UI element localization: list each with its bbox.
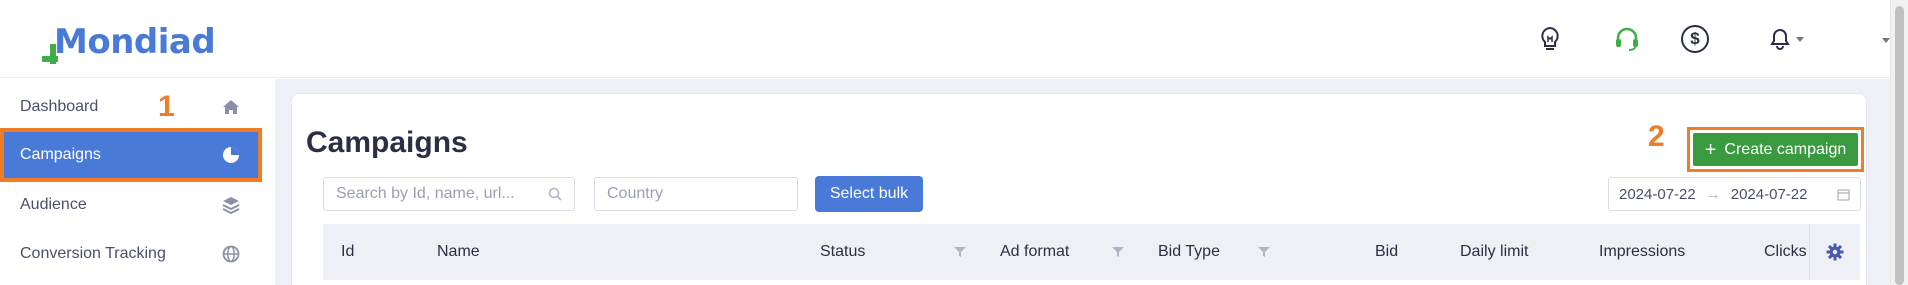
chevron-down-icon (1796, 36, 1804, 42)
column-header-bid-type[interactable]: Bid Type (1158, 224, 1220, 280)
account-menu-caret-icon[interactable] (1882, 38, 1890, 43)
country-select[interactable]: Country (594, 177, 798, 211)
scrollbar-thumb[interactable] (1895, 6, 1904, 285)
search-icon (548, 187, 562, 201)
pie-chart-icon (220, 144, 242, 166)
column-header-id[interactable]: Id (341, 224, 354, 280)
date-range-picker[interactable]: 2024-07-22 → 2024-07-22 (1608, 177, 1861, 211)
column-header-status[interactable]: Status (820, 224, 865, 280)
dollar-icon[interactable]: $ (1680, 24, 1710, 54)
date-from: 2024-07-22 (1619, 185, 1696, 203)
bell-icon (1770, 28, 1790, 50)
arrow-right-icon: → (1705, 185, 1721, 203)
column-header-impressions[interactable]: Impressions (1599, 224, 1685, 280)
headset-icon[interactable] (1612, 24, 1642, 54)
logo-mark-icon (42, 26, 58, 64)
home-icon (220, 96, 242, 118)
annotation-step-2: 2 (1648, 120, 1665, 153)
column-header-ad-format[interactable]: Ad format (1000, 224, 1069, 280)
notifications-menu[interactable] (1762, 24, 1812, 54)
calendar-icon (1837, 188, 1850, 201)
country-placeholder: Country (607, 185, 664, 202)
create-campaign-button[interactable]: + Create campaign (1693, 133, 1858, 166)
search-input[interactable]: Search by Id, name, url... (323, 177, 575, 211)
sidebar-item-label: Campaigns (20, 145, 101, 163)
brand-logo[interactable]: Mondiad (42, 20, 216, 64)
annotation-step-1: 1 (158, 90, 175, 123)
status-filter-icon[interactable] (954, 246, 966, 258)
column-header-name[interactable]: Name (437, 224, 480, 280)
create-campaign-label: Create campaign (1724, 140, 1847, 158)
date-to: 2024-07-22 (1730, 185, 1808, 203)
sidebar-item-label: Dashboard (20, 97, 99, 115)
column-header-bid[interactable]: Bid (1375, 224, 1398, 280)
column-header-daily-limit[interactable]: Daily limit (1460, 224, 1528, 280)
create-campaign-highlight-outline: + Create campaign (1687, 127, 1864, 172)
select-bulk-button[interactable]: Select bulk (815, 176, 923, 212)
search-placeholder: Search by Id, name, url... (336, 185, 515, 202)
ad-format-filter-icon[interactable] (1112, 246, 1124, 258)
column-header-clicks[interactable]: Clicks (1764, 224, 1807, 280)
campaigns-table-header: Id Name Status Ad format Bid Type Bid Da… (323, 224, 1860, 280)
layers-icon (220, 194, 242, 216)
lightbulb-icon[interactable] (1535, 24, 1565, 54)
gear-icon (1826, 243, 1844, 261)
top-header: Mondiad $ (0, 0, 1890, 78)
sidebar-item-dashboard[interactable]: Dashboard (0, 82, 262, 131)
vertical-scrollbar[interactable] (1890, 0, 1908, 285)
sidebar-item-label: Conversion Tracking (20, 244, 166, 262)
logo-text: Mondiad (54, 22, 216, 62)
table-settings-button[interactable] (1809, 224, 1860, 280)
sidebar-item-label: Audience (20, 195, 87, 213)
sidebar-item-campaigns[interactable]: Campaigns (0, 130, 262, 179)
sidebar-item-conversion-tracking[interactable]: Conversion Tracking (0, 229, 262, 278)
bid-type-filter-icon[interactable] (1258, 246, 1270, 258)
page-title: Campaigns (306, 126, 468, 159)
plus-icon: + (1704, 138, 1717, 161)
globe-icon (220, 243, 242, 265)
sidebar-item-audience[interactable]: Audience (0, 180, 262, 229)
